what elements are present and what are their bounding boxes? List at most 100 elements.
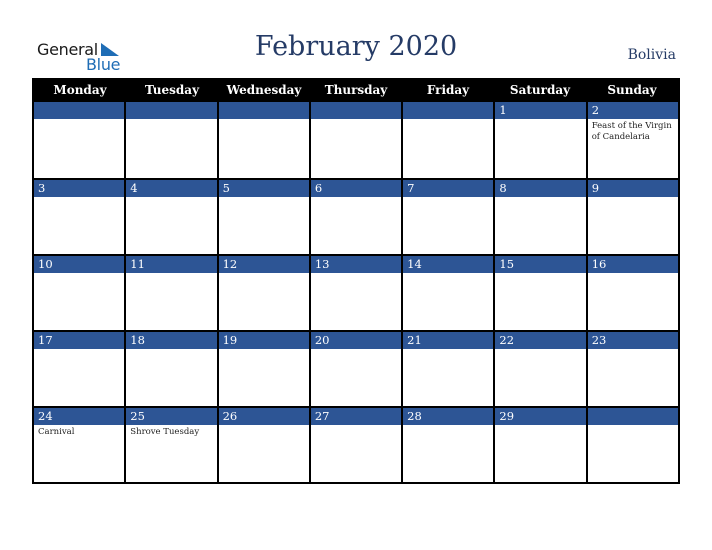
holiday-label: Feast of the Virgin of Candelaria <box>591 121 672 142</box>
day-cell[interactable]: 27 <box>308 408 402 482</box>
holiday-label <box>126 273 216 275</box>
day-number: 15 <box>495 256 586 273</box>
day-cell[interactable]: 23 <box>585 332 678 406</box>
day-number: 19 <box>218 332 309 349</box>
day-cell[interactable]: 17 <box>34 332 125 406</box>
holiday-label <box>403 273 493 275</box>
holiday-label: Shrove Tuesday <box>130 427 200 437</box>
day-cell[interactable] <box>124 102 217 178</box>
day-cell[interactable]: 13 <box>308 256 402 330</box>
page-title: February 2020 <box>254 31 458 62</box>
holiday-label <box>311 425 401 427</box>
day-cell[interactable]: 11 <box>124 256 217 330</box>
holiday-label <box>588 349 678 351</box>
day-number: 17 <box>34 332 125 349</box>
day-number: 18 <box>126 332 217 349</box>
day-number: 25 <box>126 408 217 425</box>
day-number: 1 <box>495 102 586 119</box>
holiday-label <box>588 273 678 275</box>
holiday-label <box>588 425 678 427</box>
holiday-label <box>403 197 493 199</box>
holiday-label <box>495 349 585 351</box>
day-number: 9 <box>587 180 678 197</box>
day-cell[interactable]: 15 <box>493 256 586 330</box>
day-cell[interactable]: 2 Feast of the Virgin of Candelaria <box>585 102 678 178</box>
day-number: 16 <box>587 256 678 273</box>
day-cell[interactable]: 21 <box>401 332 494 406</box>
day-cell[interactable]: 10 <box>34 256 125 330</box>
day-cell[interactable]: 20 <box>308 332 402 406</box>
holiday-label <box>495 119 585 121</box>
day-cell[interactable]: 26 <box>216 408 309 482</box>
day-cell[interactable]: 12 <box>216 256 309 330</box>
holiday-label <box>219 197 309 199</box>
day-cell[interactable]: 1 <box>493 102 586 178</box>
day-number: 7 <box>403 180 494 197</box>
day-cell[interactable]: 5 <box>216 180 309 254</box>
holiday-label <box>495 273 585 275</box>
day-number <box>126 102 217 119</box>
holiday-label <box>403 425 493 427</box>
day-number: 20 <box>310 332 402 349</box>
calendar-grid: Monday Tuesday Wednesday Thursday Friday… <box>32 78 680 484</box>
day-cell[interactable]: 29 <box>493 408 586 482</box>
day-cell[interactable]: 16 <box>585 256 678 330</box>
week-row: 24 Carnival 25 Shrove Tuesday 26 27 28 29 <box>34 406 678 482</box>
day-number: 10 <box>34 256 125 273</box>
day-cell[interactable]: 9 <box>585 180 678 254</box>
holiday-label: Carnival <box>38 427 75 437</box>
day-cell[interactable]: 22 <box>493 332 586 406</box>
day-number: 13 <box>310 256 402 273</box>
day-cell[interactable] <box>216 102 309 178</box>
day-cell[interactable] <box>34 102 125 178</box>
day-number: 14 <box>403 256 494 273</box>
day-cell[interactable]: 14 <box>401 256 494 330</box>
day-cell[interactable]: 8 <box>493 180 586 254</box>
day-cell[interactable]: 25 Shrove Tuesday <box>124 408 217 482</box>
holiday-label <box>311 119 401 121</box>
weekday-wednesday: Wednesday <box>226 83 302 97</box>
day-cell[interactable] <box>401 102 494 178</box>
weekday-header-row: Monday Tuesday Wednesday Thursday Friday… <box>34 78 678 102</box>
holiday-label <box>34 273 124 275</box>
holiday-label <box>495 197 585 199</box>
day-cell[interactable]: 6 <box>308 180 402 254</box>
holiday-label <box>126 349 216 351</box>
day-cell[interactable]: 3 <box>34 180 125 254</box>
day-number: 26 <box>218 408 309 425</box>
day-number: 27 <box>310 408 402 425</box>
day-number: 11 <box>126 256 217 273</box>
holiday-label <box>126 197 216 199</box>
holiday-label <box>495 425 585 427</box>
day-number: 4 <box>126 180 217 197</box>
day-number: 21 <box>403 332 494 349</box>
day-cell[interactable]: 19 <box>216 332 309 406</box>
day-cell[interactable] <box>585 408 678 482</box>
holiday-label <box>34 119 124 121</box>
day-cell[interactable]: 4 <box>124 180 217 254</box>
holiday-label <box>403 349 493 351</box>
day-number <box>587 408 678 425</box>
holiday-label <box>311 349 401 351</box>
weekday-thursday: Thursday <box>324 83 388 97</box>
holiday-label <box>219 119 309 121</box>
day-number: 28 <box>403 408 494 425</box>
holiday-label <box>403 119 493 121</box>
day-cell[interactable] <box>308 102 402 178</box>
day-cell[interactable]: 28 <box>401 408 494 482</box>
weekday-saturday: Saturday <box>509 83 571 97</box>
weekday-sunday: Sunday <box>607 83 657 97</box>
day-cell[interactable]: 18 <box>124 332 217 406</box>
week-row: 1 2 Feast of the Virgin of Candelaria <box>34 102 678 178</box>
holiday-label <box>588 197 678 199</box>
day-cell[interactable]: 24 Carnival <box>34 408 125 482</box>
weekday-tuesday: Tuesday <box>144 83 200 97</box>
weeks-container: 1 2 Feast of the Virgin of Candelaria 3 4 5 6 7… <box>34 102 678 482</box>
day-number: 12 <box>218 256 309 273</box>
week-row: 3456789 <box>34 178 678 254</box>
day-number: 5 <box>218 180 309 197</box>
day-number: 3 <box>34 180 125 197</box>
day-cell[interactable]: 7 <box>401 180 494 254</box>
holiday-label <box>126 119 216 121</box>
week-row: 10 11 12 13 14 15 16 <box>34 254 678 330</box>
